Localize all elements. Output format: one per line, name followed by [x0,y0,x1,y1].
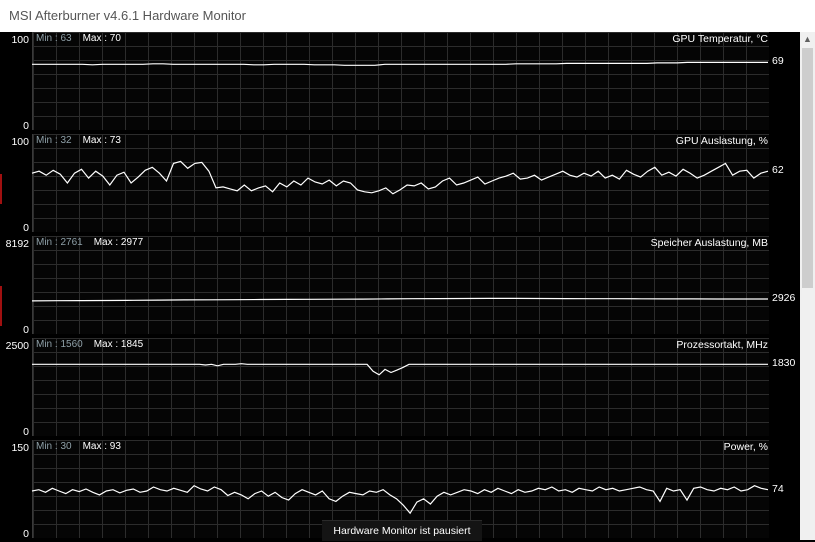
window-title: MSI Afterburner v4.6.1 Hardware Monitor [9,8,246,23]
graph-trace [31,297,768,302]
min-value: Min : 1560 [36,339,83,350]
y-axis-min: 0 [23,324,29,336]
vertical-scrollbar[interactable]: ▲ [800,32,815,540]
title-bar: MSI Afterburner v4.6.1 Hardware Monitor [0,0,815,32]
scrollbar-thumb[interactable] [802,48,813,288]
min-max-readout: Min : 63 Max : 70 [36,33,121,44]
panel-memory-usage[interactable]: Min : 2761 Max : 2977 Speicher Auslastung… [0,236,800,338]
monitor-area: Min : 63 Max : 70 GPU Temperatur, °C 100 … [0,32,800,540]
y-axis-max: 2500 [5,340,29,352]
scroll-up-icon[interactable]: ▲ [800,32,815,47]
y-axis-min: 0 [23,222,29,234]
min-max-readout: Min : 32 Max : 73 [36,135,121,146]
current-value: 74 [772,482,784,495]
current-value: 62 [772,164,784,177]
current-value: 2926 [772,291,796,304]
max-value: Max : 93 [82,441,121,452]
panel-label: GPU Auslastung, % [675,135,768,147]
trace-line [31,484,769,515]
graph-trace [31,160,769,195]
min-max-readout: Min : 30 Max : 93 [36,441,121,452]
panel-label: Prozessortakt, MHz [676,339,768,351]
current-value: 1830 [772,357,796,370]
y-axis-min: 0 [23,528,29,540]
y-axis-min: 0 [23,426,29,438]
min-value: Min : 32 [36,135,72,146]
red-marker [0,286,2,326]
max-value: Max : 2977 [93,237,144,248]
panel-core-clock[interactable]: Min : 1560 Max : 1845 Prozessortakt, MHz … [0,338,800,440]
min-value: Min : 63 [36,33,72,44]
y-axis-max: 8192 [5,238,29,250]
panel-gpu-temperature[interactable]: Min : 63 Max : 70 GPU Temperatur, °C 100 … [0,32,800,134]
y-axis-min: 0 [23,120,29,132]
y-axis-max: 100 [11,136,29,148]
current-value: 69 [772,55,784,68]
trace-line [31,160,769,195]
red-marker [0,174,2,204]
min-max-readout: Min : 2761 Max : 2977 [36,237,143,248]
max-value: Max : 1845 [93,339,144,350]
panel-label: GPU Temperatur, °C [672,33,768,45]
min-max-readout: Min : 1560 Max : 1845 [36,339,143,350]
min-value: Min : 2761 [36,237,83,248]
min-value: Min : 30 [36,441,72,452]
trace-line [32,61,768,66]
graph-trace [32,61,768,66]
y-axis-max: 100 [11,34,29,46]
max-value: Max : 73 [82,135,121,146]
max-value: Max : 70 [82,33,121,44]
graph-trace [32,363,768,376]
trace-line [32,363,768,376]
panel-gpu-usage[interactable]: Min : 32 Max : 73 GPU Auslastung, % 100 0… [0,134,800,236]
y-axis-max: 150 [11,442,29,454]
trace-line [31,297,768,302]
paused-status: Hardware Monitor ist pausiert [322,520,482,541]
panel-label: Power, % [723,441,768,453]
panel-label: Speicher Auslastung, MB [650,237,768,249]
